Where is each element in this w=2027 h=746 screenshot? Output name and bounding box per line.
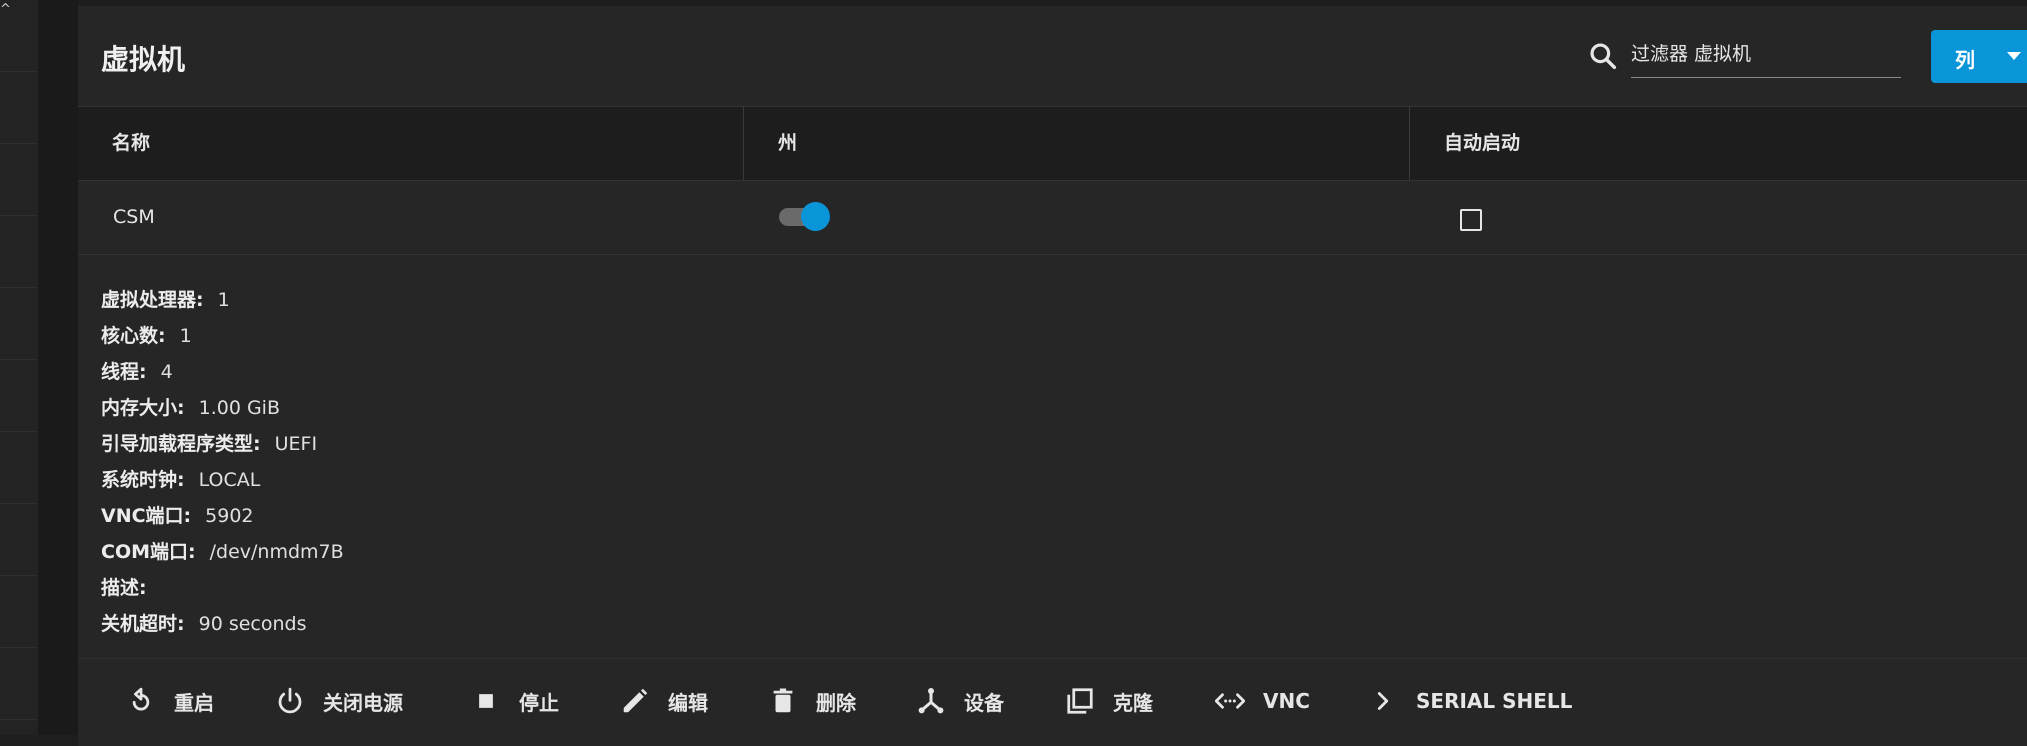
table-header: 名称 州 自动启动: [78, 107, 2027, 181]
toggle-knob: [801, 202, 830, 231]
vnc-icon: [1215, 693, 1245, 709]
detail-row: 虚拟处理器: 1: [101, 282, 344, 318]
sidebar-item[interactable]: [0, 144, 38, 216]
detail-value: 1.00 GiB: [198, 397, 280, 419]
pencil-icon: [623, 688, 648, 713]
detail-value: 1: [217, 289, 230, 311]
edit-button[interactable]: 编辑: [620, 681, 708, 721]
sidebar-item[interactable]: [0, 72, 38, 144]
sidebar-item[interactable]: [0, 288, 38, 360]
delete-button[interactable]: 删除: [768, 681, 856, 721]
power-off-label: 关闭电源: [323, 690, 403, 715]
sidebar-item[interactable]: [0, 360, 38, 432]
detail-row: 内存大小: 1.00 GiB: [101, 390, 344, 426]
detail-key: VNC端口:: [101, 505, 192, 527]
filter-input[interactable]: [1631, 36, 1891, 72]
sidebar-item[interactable]: [0, 432, 38, 504]
detail-key: 核心数:: [101, 325, 166, 347]
stop-label: 停止: [519, 690, 559, 715]
vm-name: CSM: [113, 206, 155, 228]
power-icon: [278, 687, 302, 714]
search-icon: [1590, 43, 1617, 70]
restart-label: 重启: [174, 690, 214, 715]
sidebar-item[interactable]: [0, 648, 38, 720]
caret-down-icon: [2007, 52, 2021, 60]
detail-value: 5902: [205, 505, 254, 527]
detail-key: 内存大小:: [101, 397, 185, 419]
collapse-caret-icon[interactable]: ^: [0, 2, 11, 17]
sidebar-item[interactable]: [0, 504, 38, 576]
state-toggle[interactable]: [779, 201, 833, 231]
table-row[interactable]: CSM: [78, 181, 2027, 255]
vm-details: 虚拟处理器: 1 核心数: 1 线程: 4 内存大小: 1.00 GiB 引导加载程序类…: [101, 282, 344, 642]
detail-key: COM端口:: [101, 541, 196, 563]
chevron-right-icon: [1377, 692, 1389, 710]
detail-key: 线程:: [101, 361, 147, 383]
detail-row: 引导加载程序类型: UEFI: [101, 426, 344, 462]
filter-field[interactable]: [1631, 36, 1901, 78]
page-title: 虚拟机: [101, 43, 186, 76]
column-header-autostart[interactable]: 自动启动: [1410, 107, 2027, 180]
detail-value: 1: [179, 325, 192, 347]
detail-value: 90 seconds: [198, 613, 307, 635]
left-sidebar: ^: [0, 0, 38, 735]
stop-icon: [479, 694, 493, 708]
restart-icon: [132, 687, 150, 711]
detail-row: 关机超时: 90 seconds: [101, 606, 344, 642]
column-header-state[interactable]: 州: [744, 107, 1410, 180]
detail-value: LOCAL: [198, 469, 261, 491]
detail-key: 系统时钟:: [101, 469, 185, 491]
action-bar: 重启 关闭电源 停止 编辑 删除 设备 克隆 VNC SERIAL SHELL: [78, 658, 2027, 744]
serial-shell-label: SERIAL SHELL: [1416, 689, 1573, 713]
detail-value: UEFI: [274, 433, 318, 455]
detail-value: 4: [160, 361, 173, 383]
sidebar-item[interactable]: [0, 216, 38, 288]
detail-row: 系统时钟: LOCAL: [101, 462, 344, 498]
vnc-label: VNC: [1263, 689, 1310, 713]
detail-value: /dev/nmdm7B: [209, 541, 344, 563]
restart-button[interactable]: 重启: [126, 681, 214, 721]
devices-button[interactable]: 设备: [916, 681, 1004, 721]
trash-icon: [773, 688, 793, 713]
vm-card: 虚拟机 列 名称 州 自动启动 CSM 虚拟处理器: 1 核心数: 1 线程: 4 内…: [78, 6, 2027, 746]
vnc-button[interactable]: VNC: [1215, 681, 1310, 721]
detail-row: VNC端口: 5902: [101, 498, 344, 534]
sidebar-item[interactable]: [0, 576, 38, 648]
devices-icon: [918, 688, 944, 714]
page-gutter: [38, 0, 78, 735]
clone-button[interactable]: 克隆: [1065, 681, 1153, 721]
detail-key: 虚拟处理器:: [101, 289, 204, 311]
columns-button[interactable]: 列: [1931, 30, 2027, 83]
autostart-checkbox[interactable]: [1460, 209, 1482, 231]
detail-row: COM端口: /dev/nmdm7B: [101, 534, 344, 570]
serial-shell-button[interactable]: SERIAL SHELL: [1368, 681, 1572, 721]
edit-label: 编辑: [668, 690, 708, 715]
detail-key: 引导加载程序类型:: [101, 433, 261, 455]
power-off-button[interactable]: 关闭电源: [275, 681, 403, 721]
detail-row: 线程: 4: [101, 354, 344, 390]
detail-key: 关机超时:: [101, 613, 185, 635]
delete-label: 删除: [816, 690, 856, 715]
clone-icon: [1067, 688, 1093, 714]
detail-row: 描述:: [101, 570, 344, 606]
card-header: 虚拟机 列: [78, 6, 2027, 107]
stop-button[interactable]: 停止: [471, 681, 559, 721]
devices-label: 设备: [964, 690, 1004, 715]
detail-row: 核心数: 1: [101, 318, 344, 354]
clone-label: 克隆: [1113, 690, 1153, 715]
detail-key: 描述:: [101, 577, 147, 599]
columns-button-label: 列: [1955, 48, 1975, 72]
column-header-name[interactable]: 名称: [78, 107, 744, 180]
